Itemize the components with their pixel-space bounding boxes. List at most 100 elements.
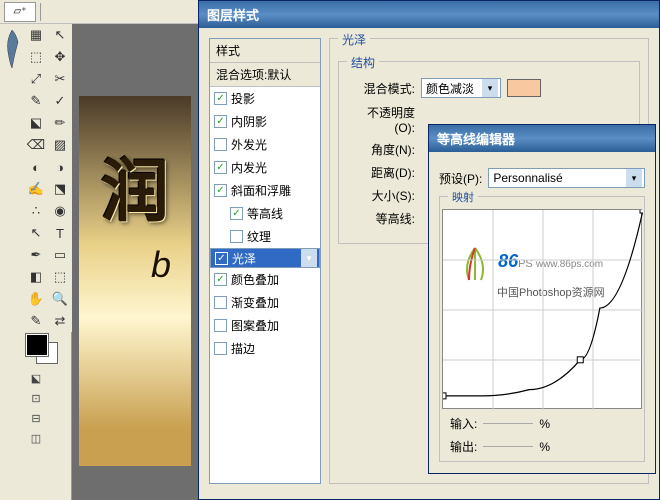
mode-1[interactable]: ⊡	[24, 388, 48, 408]
style-checkbox[interactable]: ✓	[214, 273, 227, 286]
style-item-0[interactable]: ✓ 投影	[210, 87, 320, 110]
input-value[interactable]	[483, 423, 533, 424]
curve-svg	[443, 210, 643, 410]
feather-icon	[2, 28, 22, 70]
mode-0[interactable]: ⬕	[24, 368, 48, 388]
tool-19[interactable]: T	[48, 222, 72, 244]
style-item-2[interactable]: 外发光	[210, 133, 320, 156]
tool-10[interactable]: ⌫	[24, 134, 48, 156]
tool-2[interactable]: ⬚	[24, 46, 48, 68]
tool-3[interactable]: ✥	[48, 46, 72, 68]
style-item-1[interactable]: ✓内阴影	[210, 110, 320, 133]
pct: %	[539, 440, 550, 454]
panel-title: 光泽	[338, 31, 370, 48]
satin-color-swatch[interactable]	[507, 79, 541, 97]
tool-1[interactable]: ↖	[48, 24, 72, 46]
distance-label: 距离(D):	[347, 164, 415, 181]
styles-header[interactable]: 样式	[210, 39, 320, 63]
style-label: 外发光	[231, 136, 267, 153]
mode-3[interactable]: ◫	[24, 428, 48, 448]
style-label: 图案叠加	[231, 317, 279, 334]
tool-6[interactable]: ✎	[24, 90, 48, 112]
opacity-label: 不透明度(O):	[347, 104, 415, 135]
angle-label: 角度(N):	[347, 141, 415, 158]
style-label: 斜面和浮雕	[231, 182, 291, 199]
selection-mode[interactable]: ▱⁺	[4, 2, 36, 22]
pct: %	[539, 417, 550, 431]
tool-20[interactable]: ✒	[24, 244, 48, 266]
tool-4[interactable]: ⤢	[24, 68, 48, 90]
style-checkbox[interactable]	[230, 230, 243, 243]
tool-8[interactable]: ⬕	[24, 112, 48, 134]
style-item-3[interactable]: ✓ 内发光	[210, 156, 320, 179]
style-checkbox[interactable]	[214, 296, 227, 309]
style-item-6[interactable]: 纹理	[210, 225, 320, 248]
style-item-5[interactable]: ✓ 等高线	[210, 202, 320, 225]
input-label: 输入:	[450, 415, 477, 432]
style-label: 光泽	[232, 250, 256, 267]
mapping-title: 映射	[448, 189, 478, 205]
mode-2[interactable]: ⊟	[24, 408, 48, 428]
style-label: 等高线	[247, 205, 283, 222]
toolbox: ▦↖⬚✥⤢✂✎✓⬕✏⌫▨◐◑✍⬔∴◉↖T✒▭◧⬚✋🔍✎⇄ ⬕⊡⊟◫	[24, 24, 72, 500]
style-checkbox[interactable]: ✓	[214, 184, 227, 197]
tool-14[interactable]: ✍	[24, 178, 48, 200]
tool-24[interactable]: ✋	[24, 288, 48, 310]
dialog-title: 图层样式	[199, 1, 659, 28]
style-checkbox[interactable]	[214, 342, 227, 355]
structure-title: 结构	[347, 54, 379, 71]
preset-label: 预设(P):	[439, 170, 482, 187]
size-label: 大小(S):	[347, 187, 415, 204]
tool-17[interactable]: ◉	[48, 200, 72, 222]
tool-9[interactable]: ✏	[48, 112, 72, 134]
style-checkbox[interactable]: ✓	[214, 92, 227, 105]
style-list: 样式 混合选项:默认 ✓ 投影 ✓内阴影外发光 ✓ 内发光 ✓ 斜面和浮雕 ✓ 等高线纹理 ✓ 光泽…	[209, 38, 321, 484]
tool-22[interactable]: ◧	[24, 266, 48, 288]
style-label: 内发光	[231, 159, 267, 176]
tool-27[interactable]: ⇄	[48, 310, 72, 332]
tool-12[interactable]: ◐	[24, 156, 48, 178]
style-label: 颜色叠加	[231, 271, 279, 288]
contour-title: 等高线编辑器	[429, 125, 655, 152]
blend-options-header[interactable]: 混合选项:默认	[210, 63, 320, 87]
canvas: 润 b	[72, 24, 198, 500]
style-checkbox[interactable]	[214, 319, 227, 332]
style-item-10[interactable]: 图案叠加	[210, 314, 320, 337]
tool-0[interactable]: ▦	[24, 24, 48, 46]
style-label: 纹理	[247, 228, 271, 245]
style-label: 投影	[231, 90, 255, 107]
tool-23[interactable]: ⬚	[48, 266, 72, 288]
tool-16[interactable]: ∴	[24, 200, 48, 222]
style-checkbox[interactable]: ✓	[214, 115, 227, 128]
tool-5[interactable]: ✂	[48, 68, 72, 90]
tool-7[interactable]: ✓	[48, 90, 72, 112]
style-checkbox[interactable]: ✓	[230, 207, 243, 220]
style-checkbox[interactable]: ✓	[215, 252, 228, 265]
tool-15[interactable]: ⬔	[48, 178, 72, 200]
tool-18[interactable]: ↖	[24, 222, 48, 244]
contour-editor-dialog: 等高线编辑器 预设(P): Personnalisé 映射 86PS www.8…	[428, 124, 656, 474]
canvas-subtext: b	[151, 244, 171, 286]
tool-25[interactable]: 🔍	[48, 288, 72, 310]
preset-select[interactable]: Personnalisé	[488, 168, 645, 188]
curve-editor[interactable]: 86PS www.86ps.com 中国Photoshop资源网	[442, 209, 642, 409]
blend-mode-select[interactable]: 颜色减淡	[421, 78, 501, 98]
style-item-7[interactable]: ✓ 光泽	[210, 248, 320, 268]
style-item-4[interactable]: ✓ 斜面和浮雕	[210, 179, 320, 202]
fg-swatch[interactable]	[26, 334, 48, 356]
style-item-9[interactable]: 渐变叠加	[210, 291, 320, 314]
style-item-11[interactable]: 描边	[210, 337, 320, 360]
style-checkbox[interactable]: ✓	[214, 161, 227, 174]
tool-13[interactable]: ◑	[48, 156, 72, 178]
style-item-8[interactable]: ✓ 颜色叠加	[210, 268, 320, 291]
color-swatches[interactable]	[24, 332, 71, 368]
tool-11[interactable]: ▨	[48, 134, 72, 156]
output-label: 输出:	[450, 438, 477, 455]
output-value[interactable]	[483, 446, 533, 447]
style-label: 渐变叠加	[231, 294, 279, 311]
canvas-text: 润	[101, 136, 169, 235]
contour-label: 等高线:	[347, 210, 415, 227]
tool-21[interactable]: ▭	[48, 244, 72, 266]
style-checkbox[interactable]	[214, 138, 227, 151]
tool-26[interactable]: ✎	[24, 310, 48, 332]
